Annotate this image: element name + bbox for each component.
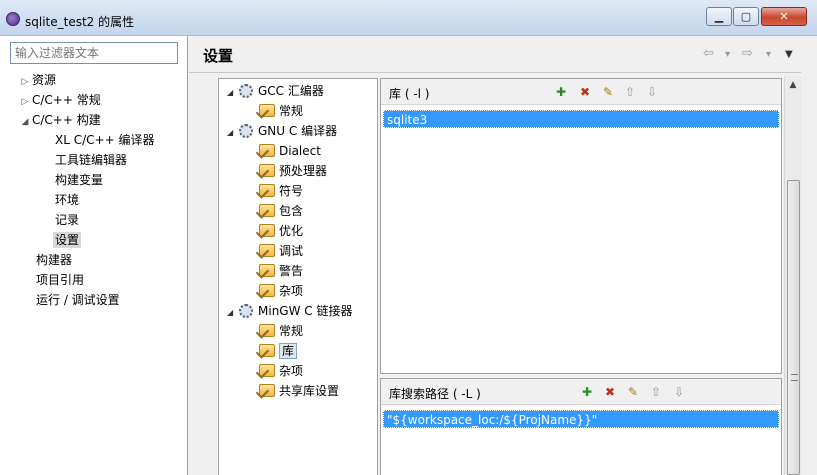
tool-gear-icon	[239, 84, 253, 98]
library-list-item[interactable]: sqlite3	[383, 110, 779, 128]
delete-icon[interactable]: ✖	[577, 84, 593, 100]
nav-item-environment[interactable]: 环境	[55, 190, 79, 210]
eclipse-app-icon	[6, 12, 20, 26]
option-folder-icon	[259, 344, 275, 357]
tree-item-option[interactable]: 调试	[259, 241, 303, 261]
expand-arrow-icon[interactable]: ▷	[18, 92, 32, 112]
move-down-icon[interactable]: ⇩	[671, 384, 687, 400]
expand-arrow-icon[interactable]: ▷	[18, 72, 32, 92]
nav-item-run-debug-settings[interactable]: 运行 / 调试设置	[36, 290, 120, 310]
tree-item-option[interactable]: 预处理器	[259, 161, 327, 181]
close-icon: ✕	[779, 10, 789, 23]
maximize-button[interactable]: ▢	[733, 7, 759, 26]
forward-menu-icon[interactable]: ▾	[766, 49, 771, 60]
edit-icon[interactable]: ✎	[625, 384, 641, 400]
delete-icon[interactable]: ✖	[602, 384, 618, 400]
collapse-arrow-icon[interactable]: ◢	[18, 112, 32, 132]
collapse-arrow-icon[interactable]: ◢	[227, 123, 239, 143]
scrollbar-thumb[interactable]	[787, 180, 800, 475]
tree-item-option[interactable]: 警告	[259, 261, 303, 281]
nav-item-xl-compiler[interactable]: XL C/C++ 编译器	[55, 130, 154, 150]
edit-icon[interactable]: ✎	[600, 84, 616, 100]
nav-item-project-references[interactable]: 项目引用	[36, 270, 84, 290]
tree-item-option[interactable]: 常规	[259, 101, 303, 121]
nav-item-cpp-build[interactable]: ◢ C/C++ 构建	[18, 110, 101, 130]
close-button[interactable]: ✕	[761, 7, 807, 26]
header-divider	[189, 72, 817, 73]
move-up-icon[interactable]: ⇧	[648, 384, 664, 400]
collapse-arrow-icon[interactable]: ◢	[227, 83, 239, 103]
option-folder-icon	[259, 144, 275, 157]
tool-gear-icon	[239, 304, 253, 318]
tree-item-mingw-c-linker[interactable]: ◢ MinGW C 链接器	[227, 301, 352, 321]
nav-item-logging[interactable]: 记录	[55, 210, 79, 230]
add-icon[interactable]: ✚	[553, 84, 569, 100]
tool-gear-icon	[239, 124, 253, 138]
page-header: 设置 ⇦ ▾ ⇨ ▾ ▼	[189, 36, 817, 73]
tree-item-gcc-assembler[interactable]: ◢ GCC 汇编器	[227, 81, 324, 101]
nav-item-builders[interactable]: 构建器	[36, 250, 72, 270]
nav-item-settings[interactable]: 设置	[53, 230, 82, 250]
page-title: 设置	[203, 47, 234, 65]
tree-item-option[interactable]: 杂项	[259, 361, 303, 381]
option-folder-icon	[259, 284, 275, 297]
tree-item-gnu-c-compiler[interactable]: ◢ GNU C 编译器	[227, 121, 337, 141]
option-folder-icon	[259, 164, 275, 177]
maximize-icon: ▢	[740, 10, 752, 23]
move-up-icon[interactable]: ⇧	[622, 84, 638, 100]
scrollbar-grip	[791, 374, 798, 381]
tree-item-option[interactable]: 杂项	[259, 281, 303, 301]
tree-item-option[interactable]: 常规	[259, 321, 303, 341]
back-menu-icon[interactable]: ▾	[725, 49, 730, 60]
scroll-up-icon[interactable]: ▲	[785, 80, 801, 96]
option-folder-icon	[259, 244, 275, 257]
back-icon[interactable]: ⇦	[703, 46, 714, 61]
option-folder-icon	[259, 204, 275, 217]
title-bar: sqlite_test2 的属性 ▁ ▢ ✕	[0, 0, 817, 36]
tree-item-option[interactable]: Dialect	[259, 141, 321, 161]
nav-item-build-variables[interactable]: 构建变量	[55, 170, 103, 190]
tree-item-option[interactable]: 符号	[259, 181, 303, 201]
view-menu-icon[interactable]: ▼	[785, 49, 793, 60]
window-title: sqlite_test2 的属性	[25, 15, 135, 29]
collapse-arrow-icon[interactable]: ◢	[227, 303, 239, 323]
move-down-icon[interactable]: ⇩	[644, 84, 660, 100]
tree-item-libraries-selected[interactable]: 库	[259, 341, 298, 361]
add-icon[interactable]: ✚	[579, 384, 595, 400]
minimize-icon: ▁	[714, 10, 724, 23]
option-folder-icon	[259, 324, 275, 337]
property-nav-panel: ▷资源 ▷C/C++ 常规 ◢C/C++ 构建 XL C/C++ 编译器 工具链…	[0, 36, 188, 475]
library-paths-panel: 库搜索路径 ( -L ) ✚ ✖ ✎ ⇧ ⇩ "${workspace_loc:…	[380, 378, 782, 475]
right-edge	[801, 72, 817, 475]
settings-content: ◢ GCC 汇编器 常规 ◢ GNU C 编译器 Dialect 预处理器 符号 包…	[203, 76, 817, 475]
tree-item-option[interactable]: 优化	[259, 221, 303, 241]
library-path-list-item[interactable]: "${workspace_loc:/${ProjName}}"	[383, 410, 779, 428]
tree-item-option[interactable]: 共享库设置	[259, 381, 339, 401]
library-paths-label: 库搜索路径 ( -L )	[389, 387, 481, 401]
option-folder-icon	[259, 384, 275, 397]
forward-icon[interactable]: ⇨	[742, 46, 753, 61]
libraries-panel-header: 库 ( -l ) ✚ ✖ ✎ ⇧ ⇩	[381, 79, 781, 105]
nav-item-resource[interactable]: ▷ 资源	[18, 70, 56, 90]
option-folder-icon	[259, 104, 275, 117]
libraries-panel: 库 ( -l ) ✚ ✖ ✎ ⇧ ⇩ sqlite3	[380, 78, 782, 374]
nav-item-toolchain-editor[interactable]: 工具链编辑器	[55, 150, 127, 170]
nav-item-cpp-general[interactable]: ▷ C/C++ 常规	[18, 90, 101, 110]
tree-item-option[interactable]: 包含	[259, 201, 303, 221]
filter-input[interactable]	[10, 42, 178, 64]
vertical-scrollbar[interactable]: ▲	[784, 76, 801, 475]
option-folder-icon	[259, 224, 275, 237]
option-folder-icon	[259, 264, 275, 277]
library-paths-panel-header: 库搜索路径 ( -L ) ✚ ✖ ✎ ⇧ ⇩	[381, 379, 781, 405]
tool-settings-tree: ◢ GCC 汇编器 常规 ◢ GNU C 编译器 Dialect 预处理器 符号 包…	[218, 78, 378, 475]
minimize-button[interactable]: ▁	[706, 7, 732, 26]
libraries-label: 库 ( -l )	[389, 87, 430, 101]
option-folder-icon	[259, 184, 275, 197]
option-folder-icon	[259, 364, 275, 377]
